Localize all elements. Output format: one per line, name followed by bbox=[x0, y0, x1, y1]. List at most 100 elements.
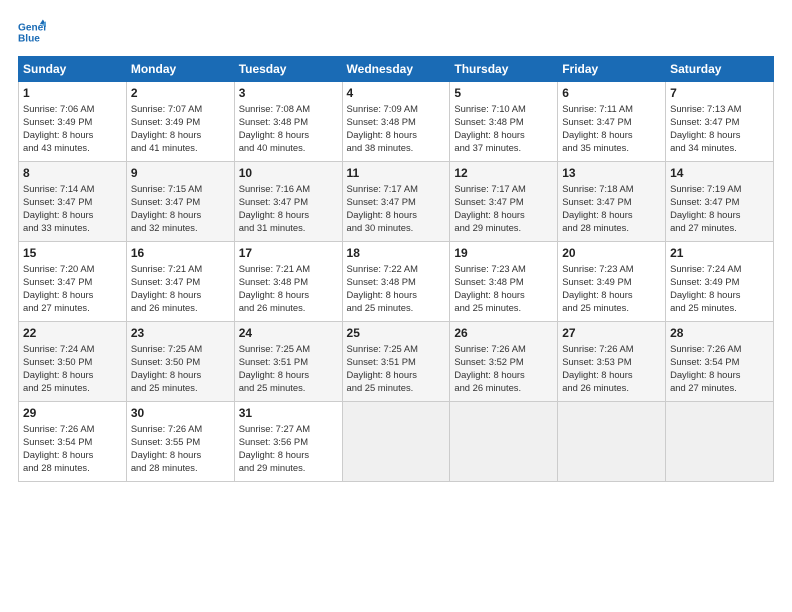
calendar-cell: 2 Sunrise: 7:07 AMSunset: 3:49 PMDaylight… bbox=[126, 82, 234, 162]
day-number: 19 bbox=[454, 246, 553, 260]
cell-info: Sunrise: 7:13 AMSunset: 3:47 PMDaylight:… bbox=[670, 102, 769, 155]
calendar-cell: 28 Sunrise: 7:26 AMSunset: 3:54 PMDayligh… bbox=[666, 322, 774, 402]
cell-info: Sunrise: 7:21 AMSunset: 3:47 PMDaylight:… bbox=[131, 262, 230, 315]
calendar-cell: 29Sunrise: 7:26 AMSunset: 3:54 PMDayligh… bbox=[19, 402, 127, 482]
calendar-cell: 15Sunrise: 7:20 AMSunset: 3:47 PMDayligh… bbox=[19, 242, 127, 322]
calendar-cell bbox=[450, 402, 558, 482]
day-number: 13 bbox=[562, 166, 661, 180]
calendar-header-row: SundayMondayTuesdayWednesdayThursdayFrid… bbox=[19, 57, 774, 82]
column-header-monday: Monday bbox=[126, 57, 234, 82]
calendar-cell: 13 Sunrise: 7:18 AMSunset: 3:47 PMDayligh… bbox=[558, 162, 666, 242]
day-number: 28 bbox=[670, 326, 769, 340]
day-number: 3 bbox=[239, 86, 338, 100]
day-number: 9 bbox=[131, 166, 230, 180]
day-number: 26 bbox=[454, 326, 553, 340]
day-number: 8 bbox=[23, 166, 122, 180]
cell-info: Sunrise: 7:25 AMSunset: 3:50 PMDaylight:… bbox=[131, 342, 230, 395]
week-row-4: 22Sunrise: 7:24 AMSunset: 3:50 PMDayligh… bbox=[19, 322, 774, 402]
day-number: 21 bbox=[670, 246, 769, 260]
calendar-cell bbox=[666, 402, 774, 482]
cell-info: Sunrise: 7:07 AMSunset: 3:49 PMDaylight:… bbox=[131, 102, 230, 155]
calendar-cell: 31 Sunrise: 7:27 AMSunset: 3:56 PMDayligh… bbox=[234, 402, 342, 482]
calendar-cell bbox=[558, 402, 666, 482]
day-number: 10 bbox=[239, 166, 338, 180]
day-number: 20 bbox=[562, 246, 661, 260]
cell-info: Sunrise: 7:23 AMSunset: 3:48 PMDaylight:… bbox=[454, 262, 553, 315]
cell-info: Sunrise: 7:24 AMSunset: 3:49 PMDaylight:… bbox=[670, 262, 769, 315]
cell-info: Sunrise: 7:14 AMSunset: 3:47 PMDaylight:… bbox=[23, 182, 122, 235]
cell-info: Sunrise: 7:08 AMSunset: 3:48 PMDaylight:… bbox=[239, 102, 338, 155]
cell-info: Sunrise: 7:25 AMSunset: 3:51 PMDaylight:… bbox=[347, 342, 446, 395]
cell-info: Sunrise: 7:25 AMSunset: 3:51 PMDaylight:… bbox=[239, 342, 338, 395]
calendar-cell: 6Sunrise: 7:11 AMSunset: 3:47 PMDaylight… bbox=[558, 82, 666, 162]
day-number: 14 bbox=[670, 166, 769, 180]
week-row-3: 15Sunrise: 7:20 AMSunset: 3:47 PMDayligh… bbox=[19, 242, 774, 322]
calendar-cell: 18 Sunrise: 7:22 AMSunset: 3:48 PMDayligh… bbox=[342, 242, 450, 322]
calendar-cell: 23 Sunrise: 7:25 AMSunset: 3:50 PMDayligh… bbox=[126, 322, 234, 402]
day-number: 2 bbox=[131, 86, 230, 100]
cell-info: Sunrise: 7:16 AMSunset: 3:47 PMDaylight:… bbox=[239, 182, 338, 235]
day-number: 12 bbox=[454, 166, 553, 180]
calendar-cell: 3 Sunrise: 7:08 AMSunset: 3:48 PMDaylight… bbox=[234, 82, 342, 162]
day-number: 17 bbox=[239, 246, 338, 260]
day-number: 16 bbox=[131, 246, 230, 260]
cell-info: Sunrise: 7:21 AMSunset: 3:48 PMDaylight:… bbox=[239, 262, 338, 315]
column-header-sunday: Sunday bbox=[19, 57, 127, 82]
calendar-cell: 26 Sunrise: 7:26 AMSunset: 3:52 PMDayligh… bbox=[450, 322, 558, 402]
cell-info: Sunrise: 7:26 AMSunset: 3:55 PMDaylight:… bbox=[131, 422, 230, 475]
cell-info: Sunrise: 7:22 AMSunset: 3:48 PMDaylight:… bbox=[347, 262, 446, 315]
calendar-cell: 9 Sunrise: 7:15 AMSunset: 3:47 PMDaylight… bbox=[126, 162, 234, 242]
calendar-cell: 7Sunrise: 7:13 AMSunset: 3:47 PMDaylight… bbox=[666, 82, 774, 162]
cell-info: Sunrise: 7:26 AMSunset: 3:52 PMDaylight:… bbox=[454, 342, 553, 395]
cell-info: Sunrise: 7:19 AMSunset: 3:47 PMDaylight:… bbox=[670, 182, 769, 235]
week-row-5: 29Sunrise: 7:26 AMSunset: 3:54 PMDayligh… bbox=[19, 402, 774, 482]
logo-icon: General Blue bbox=[18, 18, 46, 46]
calendar-cell: 8 Sunrise: 7:14 AMSunset: 3:47 PMDaylight… bbox=[19, 162, 127, 242]
header: General Blue bbox=[18, 18, 774, 46]
cell-info: Sunrise: 7:15 AMSunset: 3:47 PMDaylight:… bbox=[131, 182, 230, 235]
calendar-cell: 19 Sunrise: 7:23 AMSunset: 3:48 PMDayligh… bbox=[450, 242, 558, 322]
cell-info: Sunrise: 7:26 AMSunset: 3:54 PMDaylight:… bbox=[670, 342, 769, 395]
day-number: 27 bbox=[562, 326, 661, 340]
cell-info: Sunrise: 7:27 AMSunset: 3:56 PMDaylight:… bbox=[239, 422, 338, 475]
day-number: 25 bbox=[347, 326, 446, 340]
day-number: 24 bbox=[239, 326, 338, 340]
cell-info: Sunrise: 7:10 AMSunset: 3:48 PMDaylight:… bbox=[454, 102, 553, 155]
day-number: 30 bbox=[131, 406, 230, 420]
cell-info: Sunrise: 7:26 AMSunset: 3:53 PMDaylight:… bbox=[562, 342, 661, 395]
calendar-cell: 30 Sunrise: 7:26 AMSunset: 3:55 PMDayligh… bbox=[126, 402, 234, 482]
day-number: 23 bbox=[131, 326, 230, 340]
day-number: 4 bbox=[347, 86, 446, 100]
calendar-cell: 10 Sunrise: 7:16 AMSunset: 3:47 PMDayligh… bbox=[234, 162, 342, 242]
logo: General Blue bbox=[18, 18, 46, 46]
column-header-saturday: Saturday bbox=[666, 57, 774, 82]
calendar-cell: 20 Sunrise: 7:23 AMSunset: 3:49 PMDayligh… bbox=[558, 242, 666, 322]
calendar-body: 1 Sunrise: 7:06 AMSunset: 3:49 PMDaylight… bbox=[19, 82, 774, 482]
column-header-friday: Friday bbox=[558, 57, 666, 82]
calendar-cell: 4Sunrise: 7:09 AMSunset: 3:48 PMDaylight… bbox=[342, 82, 450, 162]
cell-info: Sunrise: 7:11 AMSunset: 3:47 PMDaylight:… bbox=[562, 102, 661, 155]
cell-info: Sunrise: 7:06 AMSunset: 3:49 PMDaylight:… bbox=[23, 102, 122, 155]
calendar-cell: 12 Sunrise: 7:17 AMSunset: 3:47 PMDayligh… bbox=[450, 162, 558, 242]
day-number: 22 bbox=[23, 326, 122, 340]
cell-info: Sunrise: 7:18 AMSunset: 3:47 PMDaylight:… bbox=[562, 182, 661, 235]
day-number: 18 bbox=[347, 246, 446, 260]
week-row-1: 1 Sunrise: 7:06 AMSunset: 3:49 PMDaylight… bbox=[19, 82, 774, 162]
calendar-cell: 14 Sunrise: 7:19 AMSunset: 3:47 PMDayligh… bbox=[666, 162, 774, 242]
svg-text:Blue: Blue bbox=[18, 33, 40, 44]
calendar-cell: 21 Sunrise: 7:24 AMSunset: 3:49 PMDayligh… bbox=[666, 242, 774, 322]
column-header-thursday: Thursday bbox=[450, 57, 558, 82]
cell-info: Sunrise: 7:23 AMSunset: 3:49 PMDaylight:… bbox=[562, 262, 661, 315]
calendar-cell: 22Sunrise: 7:24 AMSunset: 3:50 PMDayligh… bbox=[19, 322, 127, 402]
day-number: 29 bbox=[23, 406, 122, 420]
calendar-cell: 16 Sunrise: 7:21 AMSunset: 3:47 PMDayligh… bbox=[126, 242, 234, 322]
cell-info: Sunrise: 7:20 AMSunset: 3:47 PMDaylight:… bbox=[23, 262, 122, 315]
day-number: 1 bbox=[23, 86, 122, 100]
calendar-cell: 24 Sunrise: 7:25 AMSunset: 3:51 PMDayligh… bbox=[234, 322, 342, 402]
calendar-table: SundayMondayTuesdayWednesdayThursdayFrid… bbox=[18, 56, 774, 482]
cell-info: Sunrise: 7:17 AMSunset: 3:47 PMDaylight:… bbox=[454, 182, 553, 235]
day-number: 31 bbox=[239, 406, 338, 420]
calendar-cell: 27 Sunrise: 7:26 AMSunset: 3:53 PMDayligh… bbox=[558, 322, 666, 402]
day-number: 11 bbox=[347, 166, 446, 180]
column-header-tuesday: Tuesday bbox=[234, 57, 342, 82]
